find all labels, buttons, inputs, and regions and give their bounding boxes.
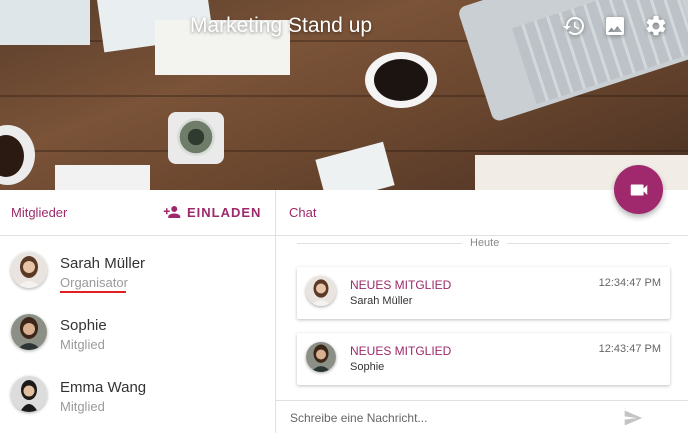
message-author: Sarah Müller xyxy=(350,295,413,307)
message-type: NEUES MITGLIED xyxy=(350,344,452,358)
header-banner: Marketing Stand up xyxy=(0,0,688,190)
person-add-icon xyxy=(163,206,181,218)
succulent-image xyxy=(177,118,215,156)
page-title: Marketing Stand up xyxy=(189,14,373,37)
image-icon[interactable] xyxy=(603,14,627,38)
avatar xyxy=(306,342,336,372)
message-type: NEUES MITGLIED xyxy=(350,278,452,292)
avatar xyxy=(11,252,47,288)
spiral-notebook-image xyxy=(55,165,150,190)
member-item[interactable]: Sophie Mitglied xyxy=(0,304,275,364)
avatar xyxy=(306,276,336,306)
message-author: Sophie xyxy=(350,361,385,373)
member-role: Mitglied xyxy=(60,337,105,352)
message-composer xyxy=(276,400,688,434)
member-name: Sophie xyxy=(60,317,107,334)
chat-message[interactable]: NEUES MITGLIED Sophie 12:43:47 PM xyxy=(297,333,670,385)
videocam-icon xyxy=(630,184,647,195)
member-name: Sarah Müller xyxy=(60,255,146,272)
member-item[interactable]: Sarah Müller Organisator xyxy=(0,242,275,302)
member-item[interactable]: Emma Wang Mitglied xyxy=(0,366,275,426)
coffee-image xyxy=(374,59,428,101)
role-underline xyxy=(60,291,126,293)
members-title: Mitglieder xyxy=(11,205,68,220)
message-time: 12:34:47 PM xyxy=(598,277,661,289)
wood-grain xyxy=(0,95,688,97)
members-header: Mitglieder EINLADEN xyxy=(0,190,275,236)
member-role: Organisator xyxy=(60,275,128,290)
chat-title: Chat xyxy=(289,205,317,220)
invite-label: EINLADEN xyxy=(187,204,262,220)
members-panel: Mitglieder EINLADEN Sarah Müller Organis… xyxy=(0,190,276,433)
history-icon[interactable] xyxy=(562,14,586,38)
chat-message[interactable]: NEUES MITGLIED Sarah Müller 12:34:47 PM xyxy=(297,267,670,319)
chat-panel: Chat Heute NEUES MITGLIED Sarah Müller 1… xyxy=(276,190,688,433)
member-role: Mitglied xyxy=(60,399,105,414)
avatar xyxy=(11,314,47,350)
send-icon[interactable] xyxy=(623,408,643,428)
video-call-button[interactable] xyxy=(614,165,663,214)
day-label: Heute xyxy=(462,237,508,249)
paper-image xyxy=(315,141,395,190)
message-input[interactable] xyxy=(288,410,612,426)
settings-icon[interactable] xyxy=(644,14,668,38)
invite-button[interactable]: EINLADEN xyxy=(163,203,261,221)
message-time: 12:43:47 PM xyxy=(598,343,661,355)
member-name: Emma Wang xyxy=(60,379,147,396)
avatar xyxy=(11,376,47,412)
